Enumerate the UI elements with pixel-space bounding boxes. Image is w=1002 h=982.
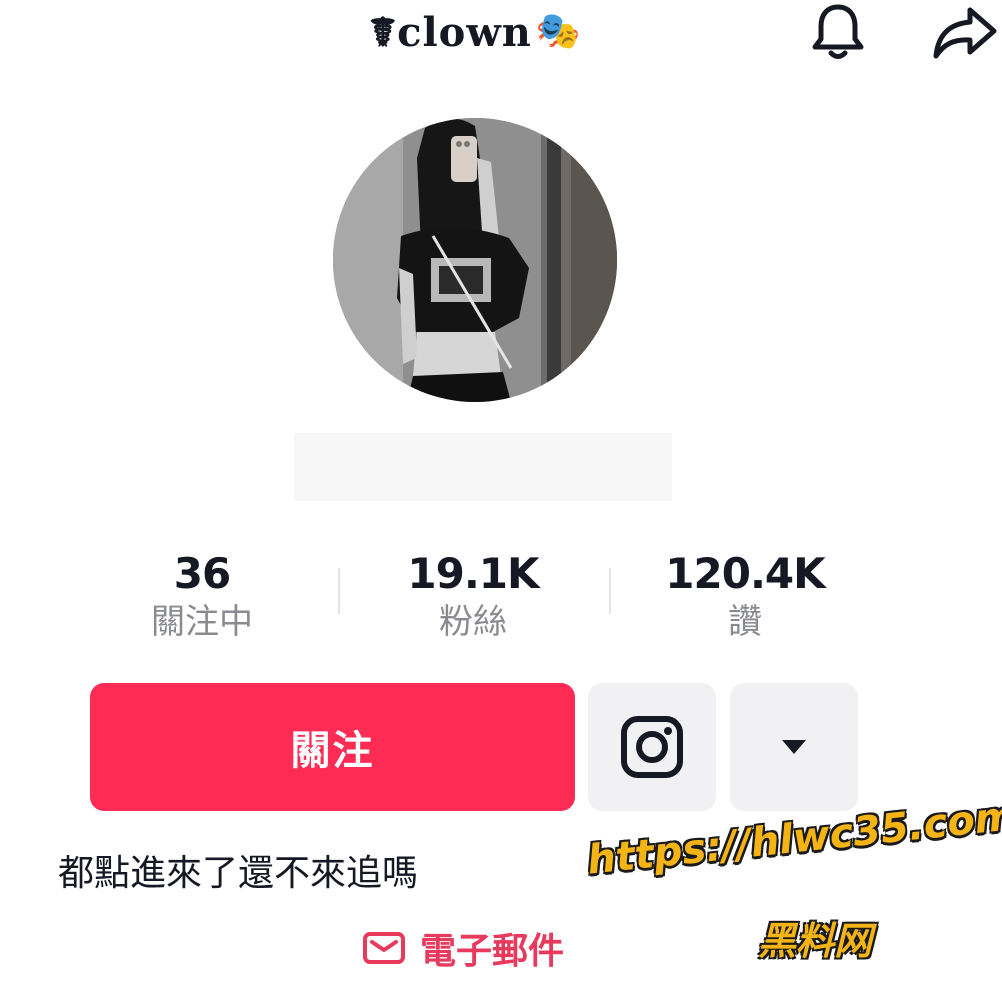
- following-label: 關注中: [151, 602, 253, 642]
- more-options-button[interactable]: [730, 683, 858, 811]
- followers-label: 粉絲: [439, 602, 507, 642]
- profile-header-title: ☤clown 🎭: [340, 2, 610, 62]
- watermark-site-name: 黑料网: [758, 919, 873, 963]
- avatar-photo: [333, 118, 617, 402]
- followers-count: 19.1K: [407, 549, 539, 598]
- mail-icon: [363, 932, 405, 964]
- following-stat[interactable]: 36 關注中: [102, 550, 302, 644]
- caret-down-icon: [782, 740, 806, 754]
- email-link[interactable]: 電子郵件: [362, 918, 564, 978]
- share-icon: [933, 7, 997, 59]
- likes-count: 120.4K: [665, 549, 825, 598]
- likes-stat[interactable]: 120.4K 讚: [645, 550, 845, 644]
- email-label: 電子郵件: [420, 931, 565, 972]
- likes-label: 讚: [728, 602, 762, 642]
- follow-button[interactable]: 關注: [90, 683, 575, 811]
- notifications-button[interactable]: [800, 0, 876, 64]
- stat-divider: [338, 568, 340, 614]
- username-title: ☤clown: [369, 8, 532, 56]
- profile-avatar[interactable]: [333, 118, 617, 402]
- stat-divider: [609, 568, 611, 614]
- instagram-icon: [621, 716, 683, 778]
- theater-masks-emoji: 🎭: [535, 11, 581, 52]
- instagram-button[interactable]: [588, 683, 716, 811]
- profile-name-placeholder: [294, 433, 672, 501]
- followers-stat[interactable]: 19.1K 粉絲: [373, 550, 573, 644]
- profile-bio: 都點進來了還不來追嗎: [58, 853, 419, 894]
- following-count: 36: [173, 549, 231, 598]
- share-button[interactable]: [928, 0, 1002, 64]
- bell-icon: [812, 4, 864, 59]
